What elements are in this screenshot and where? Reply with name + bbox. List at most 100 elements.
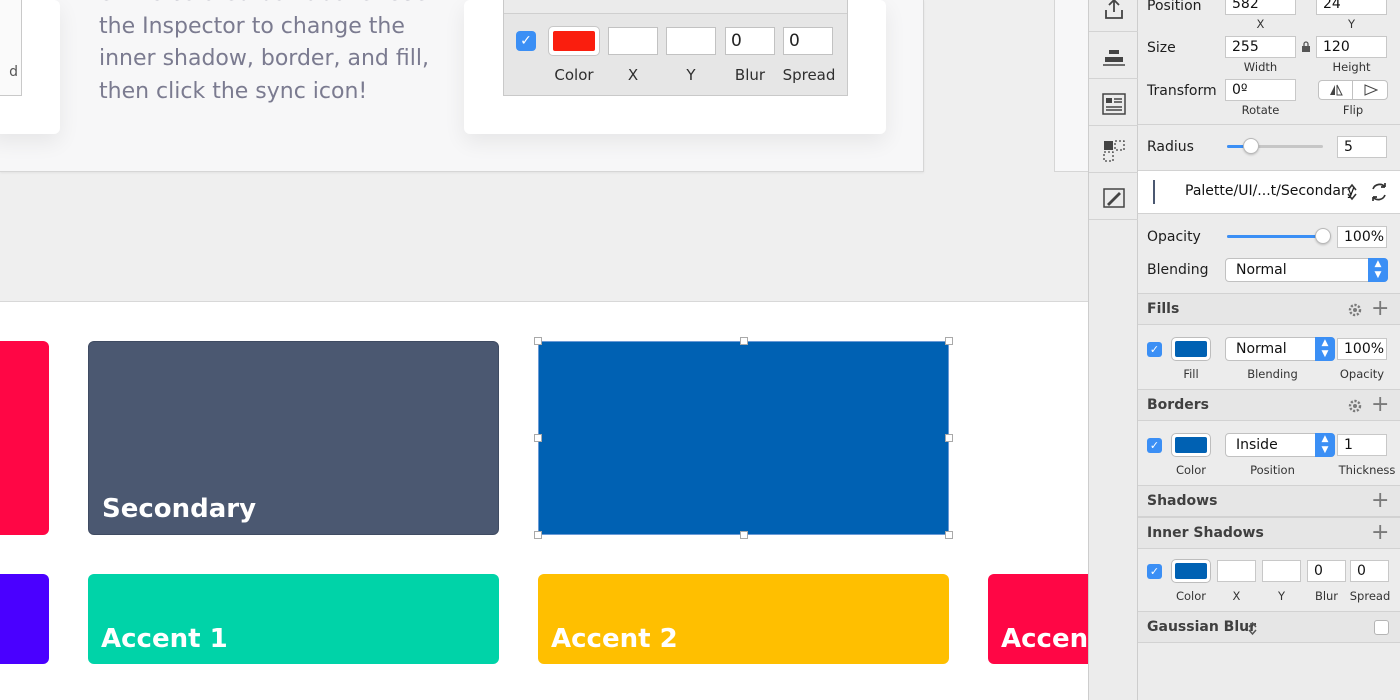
opacity-slider-fill — [1227, 235, 1323, 238]
export-button[interactable] — [1089, 0, 1138, 32]
resize-handle-right[interactable] — [945, 434, 953, 442]
gear-icon[interactable] — [1347, 398, 1363, 414]
fills-section-header[interactable]: Fills + — [1138, 293, 1400, 325]
shadows-title: Shadows — [1147, 493, 1218, 509]
opacity-label: Opacity — [1147, 229, 1201, 245]
rotate-caption: Rotate — [1241, 103, 1280, 117]
swatch-accent-1-label: Accent 1 — [101, 624, 228, 654]
canvas[interactable]: d entire colored box above. Use the Insp… — [0, 0, 1088, 700]
shared-style-preview — [1153, 180, 1155, 204]
opacity-slider-knob[interactable] — [1315, 228, 1331, 244]
borders-section-header[interactable]: Borders + — [1138, 389, 1400, 421]
border-enabled-checkbox[interactable]: ✓ — [1147, 438, 1162, 453]
swatch-secondary[interactable]: Secondary — [88, 341, 499, 535]
resize-handle-top-left[interactable] — [534, 337, 542, 345]
inspector-panel: Position 582 24 X Y Size 255 120 Width H… — [1138, 0, 1400, 700]
resize-handle-top[interactable] — [740, 337, 748, 345]
inner-shadows-section-header[interactable]: Inner Shadows + — [1138, 517, 1400, 549]
documentation-artboard[interactable]: d entire colored box above. Use the Insp… — [0, 0, 924, 172]
flip-horizontal-button[interactable] — [1319, 81, 1353, 99]
size-label: Size — [1147, 40, 1176, 56]
fill-enabled-checkbox[interactable]: ✓ — [1147, 342, 1162, 357]
resize-handle-left[interactable] — [534, 434, 542, 442]
width-input[interactable]: 255 — [1225, 36, 1296, 58]
gaussian-blur-checkbox[interactable] — [1374, 620, 1389, 635]
border-position-select[interactable]: Inside ▲ ▼ — [1225, 433, 1335, 457]
height-input[interactable]: 120 — [1316, 36, 1387, 58]
border-color-swatch[interactable] — [1171, 433, 1211, 457]
radius-input[interactable]: 5 — [1337, 136, 1387, 158]
resize-handle-bottom-left[interactable] — [534, 531, 542, 539]
fill-opacity-caption: Opacity — [1339, 367, 1385, 381]
mock-panel-header — [504, 0, 847, 14]
swatch-selected[interactable] — [534, 337, 953, 539]
instruction-text: entire colored box above. Use the Inspec… — [99, 0, 429, 104]
shared-style-name[interactable]: Palette/UI/...t/Secondary — [1185, 183, 1355, 199]
fill-blending-value: Normal — [1236, 341, 1287, 357]
fill-opacity-input[interactable]: 100% — [1337, 338, 1387, 360]
symbol-button[interactable] — [1089, 129, 1138, 173]
blending-select[interactable]: Normal ▲ ▼ — [1225, 258, 1388, 282]
mock-color-swatch — [548, 26, 600, 56]
add-border-icon[interactable]: + — [1371, 394, 1389, 416]
flip-vertical-button[interactable] — [1354, 81, 1388, 99]
add-inner-shadow-icon[interactable]: + — [1371, 522, 1389, 544]
swatch-accent-2[interactable]: Accent 2 — [538, 574, 949, 664]
inner-shadow-color-caption: Color — [1175, 589, 1207, 603]
inner-shadow-y-caption: Y — [1277, 589, 1286, 603]
position-x-input[interactable]: 582 — [1225, 0, 1296, 15]
shadows-section-header[interactable]: Shadows + — [1138, 485, 1400, 517]
position-y-caption: Y — [1347, 17, 1356, 31]
inner-shadow-mock-panel: ✓ 0 0 Color X Y Blur Spread — [503, 0, 848, 96]
swatch-accent-1[interactable]: Accent 1 — [88, 574, 499, 664]
radius-slider[interactable] — [1227, 138, 1323, 154]
adjacent-artboard[interactable] — [1054, 0, 1088, 172]
mock-x-field — [608, 27, 658, 55]
swatch-primary[interactable] — [0, 341, 49, 535]
position-y-input[interactable]: 24 — [1316, 0, 1387, 15]
inner-shadow-enabled-checkbox[interactable]: ✓ — [1147, 564, 1162, 579]
chevron-updown-icon[interactable] — [1347, 183, 1357, 201]
artboard-top: d entire colored box above. Use the Insp… — [0, 0, 1088, 302]
fills-title: Fills — [1147, 301, 1180, 317]
resize-handle-top-right[interactable] — [945, 337, 953, 345]
border-position-value: Inside — [1236, 437, 1278, 453]
inner-shadows-title: Inner Shadows — [1147, 525, 1264, 541]
swatch-accent-3-label: Accent — [1001, 624, 1088, 654]
add-fill-icon[interactable]: + — [1371, 298, 1389, 320]
chevron-updown-icon[interactable] — [1248, 621, 1257, 636]
inner-shadow-x-input[interactable] — [1217, 560, 1256, 582]
inner-shadow-color-swatch[interactable] — [1171, 559, 1211, 583]
resize-handle-bottom-right[interactable] — [945, 531, 953, 539]
blending-value: Normal — [1236, 262, 1287, 278]
mock-y-label: Y — [686, 66, 696, 84]
gear-icon[interactable] — [1347, 302, 1363, 318]
layout-button[interactable] — [1089, 82, 1138, 126]
rotate-input[interactable]: 0º — [1225, 79, 1296, 101]
swatch-violet[interactable] — [0, 574, 49, 664]
opacity-slider[interactable] — [1227, 228, 1331, 244]
inner-shadow-y-input[interactable] — [1262, 560, 1301, 582]
symbol-icon — [1102, 139, 1125, 162]
lock-icon[interactable] — [1301, 40, 1311, 53]
inner-shadow-spread-input[interactable]: 0 — [1350, 560, 1389, 582]
fill-color-swatch[interactable] — [1171, 337, 1211, 361]
stepper-icon: ▲ ▼ — [1315, 337, 1335, 361]
gaussian-blur-section-header[interactable]: Gaussian Blur — [1138, 611, 1400, 643]
radius-slider-knob[interactable] — [1243, 138, 1259, 154]
swatch-accent-3[interactable]: Accent — [988, 574, 1088, 664]
example-inner-panel: d — [0, 0, 22, 96]
inner-shadow-blur-input[interactable]: 0 — [1307, 560, 1346, 582]
add-shadow-icon[interactable]: + — [1371, 490, 1389, 512]
resize-handle-bottom[interactable] — [740, 531, 748, 539]
sync-icon[interactable] — [1369, 181, 1389, 203]
example-card-left: d — [0, 0, 60, 134]
fill-blending-select[interactable]: Normal ▲ ▼ — [1225, 337, 1335, 361]
align-button[interactable] — [1089, 35, 1138, 79]
edit-image-button[interactable] — [1089, 176, 1138, 220]
fill-caption: Fill — [1183, 367, 1199, 381]
border-thickness-input[interactable]: 1 — [1337, 434, 1387, 456]
opacity-input[interactable]: 100% — [1337, 226, 1387, 248]
flip-caption: Flip — [1342, 103, 1364, 117]
border-position-caption: Position — [1250, 463, 1295, 477]
